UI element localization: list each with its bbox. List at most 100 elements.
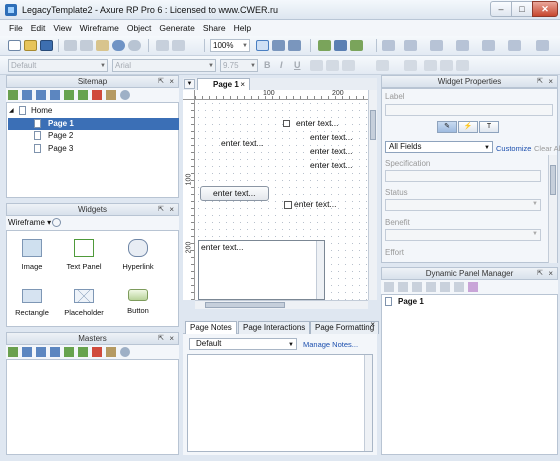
field-set-select[interactable]: All Fields ▼ [385, 141, 493, 153]
specification-input[interactable] [385, 170, 541, 182]
close-icon[interactable]: × [169, 204, 174, 215]
pin-icon[interactable]: ⇱ [158, 204, 164, 215]
clear-all-link[interactable]: Clear All [534, 144, 560, 153]
interactions-tab-icon[interactable]: ⚡ [458, 121, 478, 133]
close-tab-icon[interactable]: × [240, 79, 245, 90]
collapse-box-icon[interactable] [283, 120, 290, 127]
splitter[interactable] [183, 309, 377, 320]
pin-icon[interactable]: ⇱ [158, 76, 164, 87]
close-window-button[interactable]: ✕ [532, 1, 558, 17]
menu-wireframe[interactable]: Wireframe [76, 20, 123, 36]
pin-icon[interactable]: ⇱ [537, 268, 543, 279]
formatting-tab-icon[interactable]: T [479, 121, 499, 133]
canvas-label[interactable]: enter text... [296, 118, 339, 128]
move-up-icon[interactable] [412, 282, 422, 292]
canvas-vertical-scrollbar[interactable] [368, 90, 377, 300]
new-file-icon[interactable] [8, 40, 21, 51]
canvas-textarea-widget[interactable]: enter text... [198, 240, 325, 300]
scroll-thumb[interactable] [550, 165, 556, 195]
font-family-select[interactable]: Arial ▼ [112, 59, 216, 72]
align-left-icon[interactable] [310, 60, 323, 71]
delete-master-icon[interactable] [92, 347, 102, 357]
widget-button[interactable]: Button [113, 289, 163, 315]
menu-view[interactable]: View [49, 20, 75, 36]
widget-image[interactable]: Image [7, 239, 57, 271]
close-icon[interactable]: × [548, 76, 553, 87]
close-icon[interactable]: × [548, 268, 553, 279]
notes-scrollbar[interactable] [364, 355, 372, 451]
align-icon[interactable] [350, 40, 363, 51]
send-back-icon[interactable] [334, 40, 347, 51]
maximize-button[interactable]: □ [511, 1, 533, 17]
underline-button[interactable]: U [294, 60, 301, 70]
tree-connector-icon[interactable] [288, 40, 301, 51]
pin-icon[interactable]: ⇱ [158, 333, 164, 344]
move-up-icon[interactable] [36, 347, 46, 357]
font-size-select[interactable]: 9.75 ▼ [220, 59, 258, 72]
tree-item-page-2[interactable]: Page 2 [8, 130, 179, 142]
close-icon[interactable]: × [370, 320, 375, 329]
filter-icon[interactable] [468, 282, 478, 292]
page-type-icon[interactable] [106, 90, 116, 100]
widget-rectangle[interactable]: Rectangle [7, 289, 57, 317]
canvas-checkbox-label[interactable]: enter text... [294, 199, 337, 209]
benefit-select[interactable]: ▼ [385, 229, 541, 241]
text-top-icon[interactable] [424, 60, 437, 71]
widget-hyperlink[interactable]: Hyperlink [113, 239, 163, 271]
delete-state-icon[interactable] [454, 282, 464, 292]
delete-page-icon[interactable] [92, 90, 102, 100]
ungroup-icon[interactable] [172, 40, 185, 51]
notes-set-select[interactable]: Default ▼ [189, 338, 297, 350]
save-icon[interactable] [40, 40, 53, 51]
properties-scrollbar[interactable] [548, 155, 557, 263]
tab-page-formatting[interactable]: Page Formatting [310, 321, 380, 334]
arrow-style-icon[interactable] [482, 40, 495, 51]
canvas-label[interactable]: enter text... [221, 138, 264, 148]
open-folder-icon[interactable] [24, 40, 37, 51]
canvas-checkbox[interactable] [284, 201, 292, 209]
widget-placeholder[interactable]: Placeholder [59, 289, 109, 317]
tab-page-notes[interactable]: Page Notes [185, 321, 237, 334]
annotations-tab-icon[interactable]: ✎ [437, 121, 457, 133]
master-behavior-icon[interactable] [106, 347, 116, 357]
edit-state-icon[interactable] [440, 282, 450, 292]
menu-share[interactable]: Share [199, 20, 230, 36]
search-icon[interactable] [52, 218, 61, 227]
tab-page-1[interactable]: Page 1 × [197, 78, 250, 90]
text-middle-icon[interactable] [440, 60, 453, 71]
align-center-icon[interactable] [326, 60, 339, 71]
style-select[interactable]: Default ▼ [8, 59, 108, 72]
canvas-label[interactable]: enter text... [310, 160, 353, 170]
tree-item-page-3[interactable]: Page 3 [8, 143, 179, 155]
text-bottom-icon[interactable] [456, 60, 469, 71]
collapse-icon[interactable]: ◢ [9, 105, 14, 117]
move-down-icon[interactable] [50, 347, 60, 357]
bring-front-icon[interactable] [318, 40, 331, 51]
tree-item-page-1[interactable]: Page 1 [8, 118, 179, 130]
menu-file[interactable]: File [0, 20, 27, 36]
minimize-button[interactable]: – [490, 1, 512, 17]
connector-icon[interactable] [272, 40, 285, 51]
zoom-select[interactable]: 100% ▼ [210, 39, 250, 52]
design-canvas[interactable]: enter text... enter text... enter text..… [195, 100, 368, 300]
copy-icon[interactable] [80, 40, 93, 51]
select-mode-icon[interactable] [256, 40, 269, 51]
close-icon[interactable]: × [169, 333, 174, 344]
search-icon[interactable] [120, 90, 130, 100]
undo-icon[interactable] [112, 40, 125, 51]
line-weight-icon[interactable] [430, 40, 443, 51]
label-input[interactable] [385, 104, 553, 116]
border-icon[interactable] [508, 40, 521, 51]
line-color-icon[interactable] [404, 40, 417, 51]
tab-page-interactions[interactable]: Page Interactions [238, 321, 311, 334]
italic-button[interactable]: I [280, 60, 283, 70]
add-page-icon[interactable] [8, 90, 18, 100]
add-child-icon[interactable] [22, 90, 32, 100]
manage-notes-link[interactable]: Manage Notes... [303, 340, 358, 349]
align-right-icon[interactable] [342, 60, 355, 71]
canvas-label[interactable]: enter text... [310, 146, 353, 156]
canvas-label[interactable]: enter text... [310, 132, 353, 142]
canvas-horizontal-scrollbar[interactable] [195, 300, 368, 309]
duplicate-state-icon[interactable] [398, 282, 408, 292]
redo-icon[interactable] [128, 40, 141, 51]
